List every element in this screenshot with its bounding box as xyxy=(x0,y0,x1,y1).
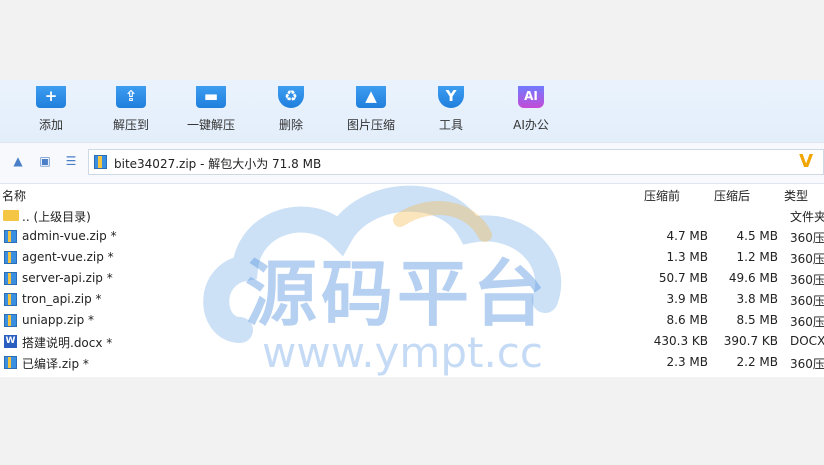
table-row[interactable]: uniapp.zip * 8.6 MB 8.5 MB 360压 xyxy=(0,310,824,331)
column-name[interactable]: 名称 xyxy=(2,187,26,204)
delete-button[interactable]: ♻ 删除 xyxy=(253,80,329,142)
zip-file-icon xyxy=(4,314,17,327)
image-compress-button[interactable]: ▲ 图片压缩 xyxy=(333,80,409,142)
file-type: 文件夹 xyxy=(790,210,824,224)
size-after: 4.5 MB xyxy=(736,229,778,243)
size-after: 8.5 MB xyxy=(736,313,778,327)
table-row[interactable]: .. (上级目录) 文件夹 xyxy=(0,205,824,226)
column-size-before[interactable]: 压缩前 xyxy=(644,187,680,204)
toolbar: + 添加 ⇪ 解压到 ▬ 一键解压 ♻ 删除 ▲ 图片压缩 Y 工具 AI AI… xyxy=(0,80,824,142)
size-after: 1.2 MB xyxy=(736,250,778,264)
zip-file-icon xyxy=(94,155,107,169)
one-click-extract-icon: ▬ xyxy=(196,86,226,108)
one-click-extract-button[interactable]: ▬ 一键解压 xyxy=(173,80,249,142)
add-icon: + xyxy=(36,86,66,108)
size-before: 8.6 MB xyxy=(666,313,708,327)
file-name: uniapp.zip * xyxy=(22,313,95,327)
file-type: 360压 xyxy=(790,252,824,266)
file-type: 360压 xyxy=(790,231,824,245)
file-name: 已编译.zip * xyxy=(22,357,89,371)
recycle-delete-icon: ♻ xyxy=(278,86,304,108)
file-type: 360压 xyxy=(790,357,824,371)
zip-file-icon xyxy=(4,356,17,369)
size-after: 390.7 KB xyxy=(723,334,778,348)
size-before: 4.7 MB xyxy=(666,229,708,243)
up-arrow-icon[interactable]: ▲ xyxy=(11,154,25,168)
size-before: 1.3 MB xyxy=(666,250,708,264)
thumbnail-view-icon[interactable]: ▣ xyxy=(38,154,52,168)
file-type: DOCX xyxy=(790,334,824,348)
size-before: 3.9 MB xyxy=(666,292,708,306)
zip-file-icon xyxy=(4,230,17,243)
ai-office-button[interactable]: AI AI办公 xyxy=(493,80,569,142)
file-name: 搭建说明.docx * xyxy=(22,336,113,350)
file-name: tron_api.zip * xyxy=(22,292,102,306)
path-field[interactable]: bite34027.zip - 解包大小为 71.8 MB V xyxy=(88,149,824,175)
table-row[interactable]: tron_api.zip * 3.9 MB 3.8 MB 360压 xyxy=(0,289,824,310)
column-size-after[interactable]: 压缩后 xyxy=(714,187,750,204)
file-type: 360压 xyxy=(790,294,824,308)
size-after: 49.6 MB xyxy=(728,271,778,285)
image-compress-icon: ▲ xyxy=(356,86,386,108)
size-after: 2.2 MB xyxy=(736,355,778,369)
zip-file-icon xyxy=(4,251,17,264)
file-name: server-api.zip * xyxy=(22,271,113,285)
extract-to-button[interactable]: ⇪ 解压到 xyxy=(93,80,169,142)
size-before: 2.3 MB xyxy=(666,355,708,369)
add-label: 添加 xyxy=(38,118,63,132)
file-name: agent-vue.zip * xyxy=(22,250,114,264)
file-list: .. (上级目录) 文件夹 admin-vue.zip * 4.7 MB 4.5… xyxy=(0,205,824,373)
size-after: 3.8 MB xyxy=(736,292,778,306)
archive-window: + 添加 ⇪ 解压到 ▬ 一键解压 ♻ 删除 ▲ 图片压缩 Y 工具 AI AI… xyxy=(0,80,824,377)
one-click-extract-label: 一键解压 xyxy=(186,118,235,132)
list-view-icon[interactable]: ☰ xyxy=(64,154,78,168)
extract-to-label: 解压到 xyxy=(112,118,149,132)
tools-label: 工具 xyxy=(438,118,463,132)
folder-icon xyxy=(3,210,19,221)
file-name: .. (上级目录) xyxy=(22,210,91,224)
size-before: 50.7 MB xyxy=(658,271,708,285)
ai-office-label: AI办公 xyxy=(513,118,549,132)
zip-file-icon xyxy=(4,293,17,306)
tools-shield-icon: Y xyxy=(438,86,464,108)
size-before: 430.3 KB xyxy=(653,334,708,348)
zip-file-icon xyxy=(4,272,17,285)
table-row[interactable]: 已编译.zip * 2.3 MB 2.2 MB 360压 xyxy=(0,352,824,373)
table-row[interactable]: W 搭建说明.docx * 430.3 KB 390.7 KB DOCX xyxy=(0,331,824,352)
table-row[interactable]: server-api.zip * 50.7 MB 49.6 MB 360压 xyxy=(0,268,824,289)
add-button[interactable]: + 添加 xyxy=(13,80,89,142)
delete-label: 删除 xyxy=(278,118,303,132)
path-text: bite34027.zip - 解包大小为 71.8 MB xyxy=(114,157,322,171)
column-type[interactable]: 类型 xyxy=(784,187,808,204)
file-type: 360压 xyxy=(790,273,824,287)
column-header: 名称 压缩前 压缩后 类型 xyxy=(0,184,824,204)
table-row[interactable]: agent-vue.zip * 1.3 MB 1.2 MB 360压 xyxy=(0,247,824,268)
image-compress-label: 图片压缩 xyxy=(346,118,395,132)
extract-to-icon: ⇪ xyxy=(116,86,146,108)
dropdown-chevron-icon[interactable]: V xyxy=(799,151,813,172)
ai-office-icon: AI xyxy=(518,86,544,108)
tools-button[interactable]: Y 工具 xyxy=(413,80,489,142)
file-name: admin-vue.zip * xyxy=(22,229,117,243)
address-bar: ▲ ▣ ☰ bite34027.zip - 解包大小为 71.8 MB V xyxy=(0,142,824,184)
word-doc-icon: W xyxy=(4,335,17,348)
file-type: 360压 xyxy=(790,315,824,329)
table-row[interactable]: admin-vue.zip * 4.7 MB 4.5 MB 360压 xyxy=(0,226,824,247)
